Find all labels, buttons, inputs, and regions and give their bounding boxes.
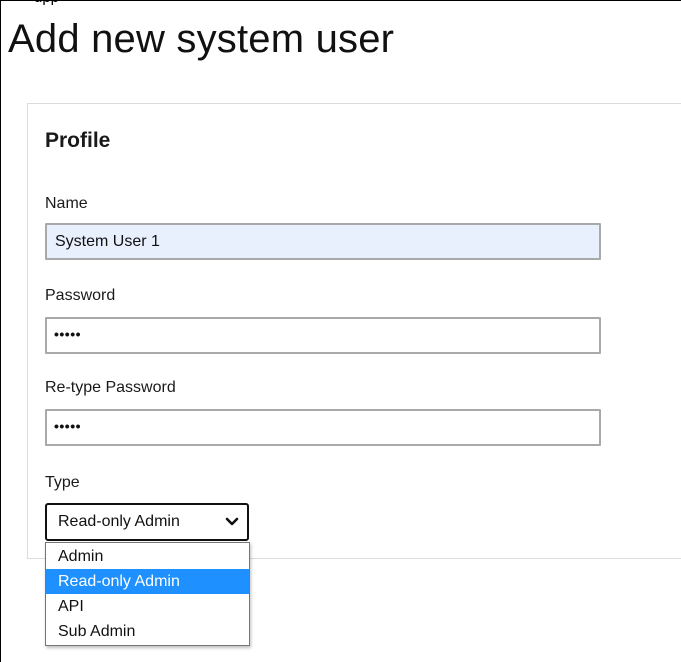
top-strip-text: upp — [34, 1, 59, 6]
type-option-api[interactable]: API — [46, 594, 249, 619]
password-masked-value: ••••• — [54, 326, 82, 342]
section-title-profile: Profile — [45, 129, 111, 152]
type-select-value: Read-only Admin — [58, 513, 180, 530]
page-frame: upp Add new system user Profile Name Pas… — [0, 0, 681, 662]
type-label: Type — [45, 474, 80, 491]
type-option-sub-admin[interactable]: Sub Admin — [46, 619, 249, 644]
password-label: Password — [45, 287, 116, 304]
page-title: Add new system user — [8, 17, 395, 61]
name-label: Name — [45, 195, 88, 212]
type-option-admin[interactable]: Admin — [46, 544, 249, 569]
retype-password-input[interactable] — [45, 409, 601, 446]
type-dropdown-list: Admin Read-only Admin API Sub Admin — [45, 542, 250, 646]
type-select[interactable]: Read-only Admin — [45, 503, 249, 541]
chevron-down-icon[interactable] — [221, 512, 243, 532]
retype-password-masked-value: ••••• — [54, 418, 82, 434]
type-option-read-only-admin[interactable]: Read-only Admin — [46, 569, 249, 594]
password-input[interactable] — [45, 317, 601, 354]
name-input[interactable] — [45, 223, 601, 260]
retype-password-label: Re-type Password — [45, 379, 176, 396]
